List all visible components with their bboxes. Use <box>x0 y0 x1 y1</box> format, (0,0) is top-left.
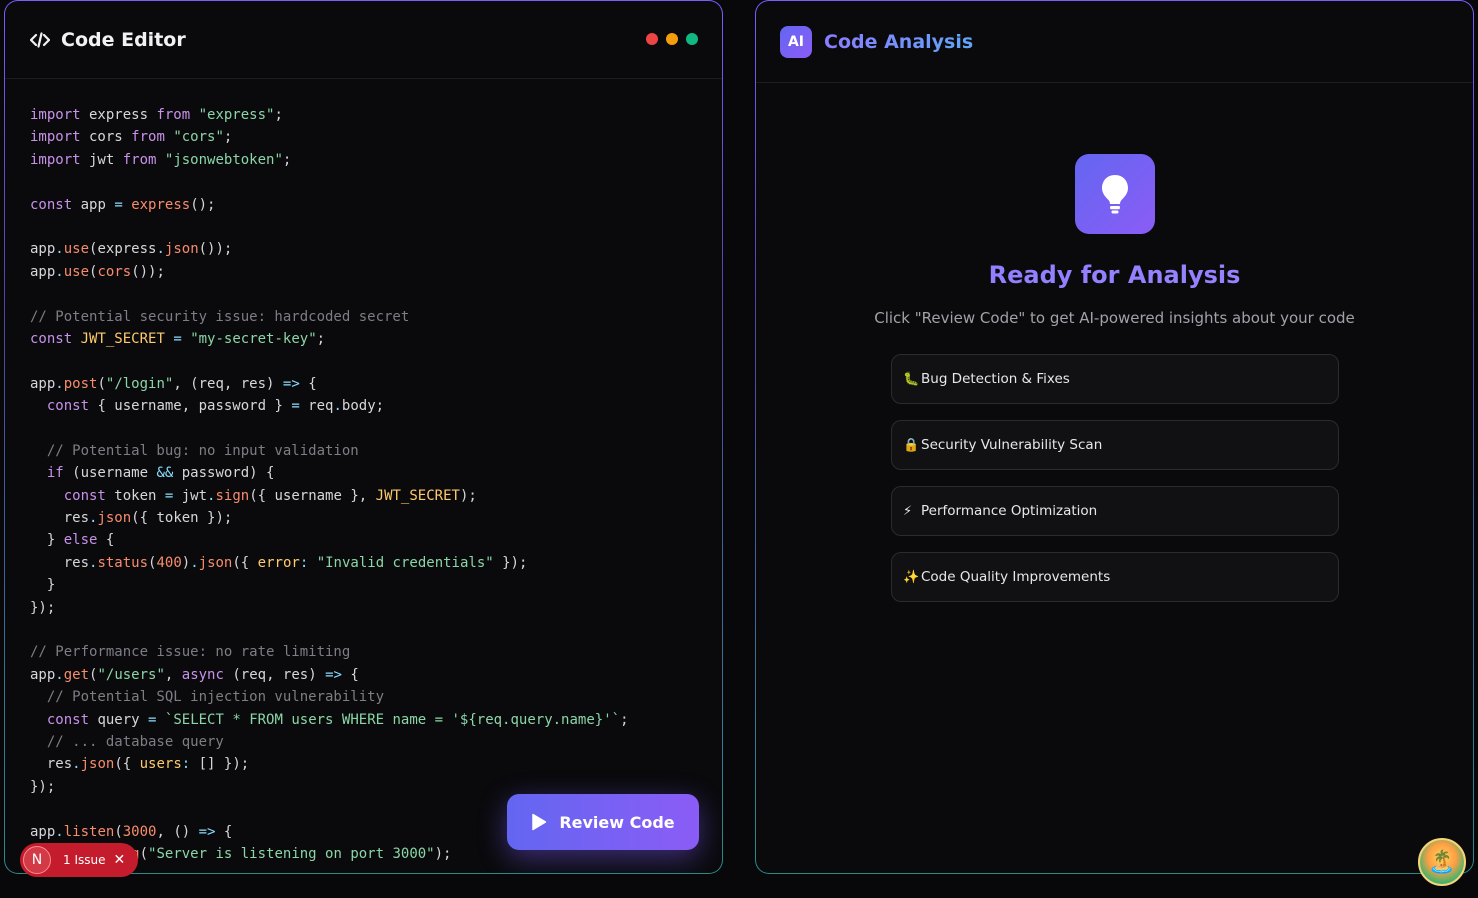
lightning-icon: ⚡ <box>903 503 913 519</box>
issue-badge[interactable]: N 1 Issue ✕ <box>20 843 138 877</box>
code-textarea[interactable]: import express from "express"; import cor… <box>30 104 629 865</box>
code-line: res.status(400).json({ error: "Invalid c… <box>30 554 528 571</box>
sparkles-icon: ✨ <box>903 569 920 585</box>
review-code-button[interactable]: Review Code <box>507 794 699 850</box>
editor-title: Code Editor <box>61 28 186 51</box>
analysis-header: AI Code Analysis <box>756 1 1473 83</box>
issue-count: 1 Issue <box>63 853 106 867</box>
code-line: const app = express(); <box>30 196 216 213</box>
code-line: // ... database query <box>46 733 224 750</box>
code-line: app.use(express.json()); <box>30 241 233 258</box>
code-line: app.use(cors()); <box>30 263 165 280</box>
feature-item-security-scan: 🔒 Security Vulnerability Scan <box>891 420 1339 470</box>
code-line: res.json({ token }); <box>30 510 233 527</box>
feature-item-code-quality: ✨ Code Quality Improvements <box>891 552 1339 602</box>
feature-label: Code Quality Improvements <box>921 569 1111 585</box>
code-line: const query = `SELECT * FROM users WHERE… <box>46 711 629 728</box>
analysis-title: Code Analysis <box>824 30 974 53</box>
play-icon <box>532 813 547 831</box>
editor-header: Code Editor <box>5 1 722 79</box>
feature-label: Bug Detection & Fixes <box>921 371 1070 387</box>
code-line: app.get("/users", async (req, res) => { <box>30 666 359 683</box>
minimize-dot-icon[interactable] <box>666 33 678 45</box>
code-line: import jwt from "jsonwebtoken"; <box>30 151 292 168</box>
code-line: import cors from "cors"; <box>30 129 233 146</box>
user-avatar[interactable]: 🏝️ <box>1418 838 1466 886</box>
code-line: // Potential security issue: hardcoded s… <box>30 308 410 325</box>
feature-item-bug-detection: 🐛 Bug Detection & Fixes <box>891 354 1339 404</box>
lock-icon: 🔒 <box>903 437 920 453</box>
code-line: } else { <box>30 532 115 549</box>
code-line: const token = jwt.sign({ username }, JWT… <box>63 487 477 504</box>
code-line: app.post("/login", (req, res) => { <box>30 375 317 392</box>
issue-letter-icon: N <box>23 846 51 874</box>
code-line: if (username && password) { <box>46 465 275 482</box>
lightbulb-icon <box>1075 154 1155 234</box>
code-line: const JWT_SECRET = "my-secret-key"; <box>30 330 326 347</box>
ready-subtitle: Click "Review Code" to get AI-powered in… <box>874 309 1355 327</box>
feature-label: Performance Optimization <box>921 503 1098 519</box>
code-line: } <box>30 577 56 594</box>
code-editor-panel: Code Editor import express from "express… <box>4 0 723 874</box>
review-code-label: Review Code <box>559 812 675 832</box>
code-line: import express from "express"; <box>30 107 283 123</box>
code-line: // Performance issue: no rate limiting <box>30 644 351 661</box>
code-line: // Potential bug: no input validation <box>46 442 359 459</box>
code-line: // Potential SQL injection vulnerability <box>46 689 385 706</box>
feature-list: 🐛 Bug Detection & Fixes 🔒 Security Vulne… <box>891 354 1339 602</box>
code-analysis-panel: AI Code Analysis Ready for Analysis Clic… <box>755 0 1474 874</box>
code-brackets-icon <box>29 29 51 51</box>
maximize-dot-icon[interactable] <box>686 33 698 45</box>
code-line: const { username, password } = req.body; <box>46 398 385 415</box>
code-line: }); <box>30 599 56 616</box>
close-dot-icon[interactable] <box>646 33 658 45</box>
code-line: res.json({ users: [] }); <box>30 756 250 773</box>
window-controls <box>646 33 698 45</box>
close-icon[interactable]: ✕ <box>113 853 125 867</box>
feature-item-performance: ⚡ Performance Optimization <box>891 486 1339 536</box>
ready-title: Ready for Analysis <box>756 261 1473 289</box>
bug-icon: 🐛 <box>903 371 920 387</box>
feature-label: Security Vulnerability Scan <box>921 437 1103 453</box>
ai-badge-icon: AI <box>780 25 812 58</box>
